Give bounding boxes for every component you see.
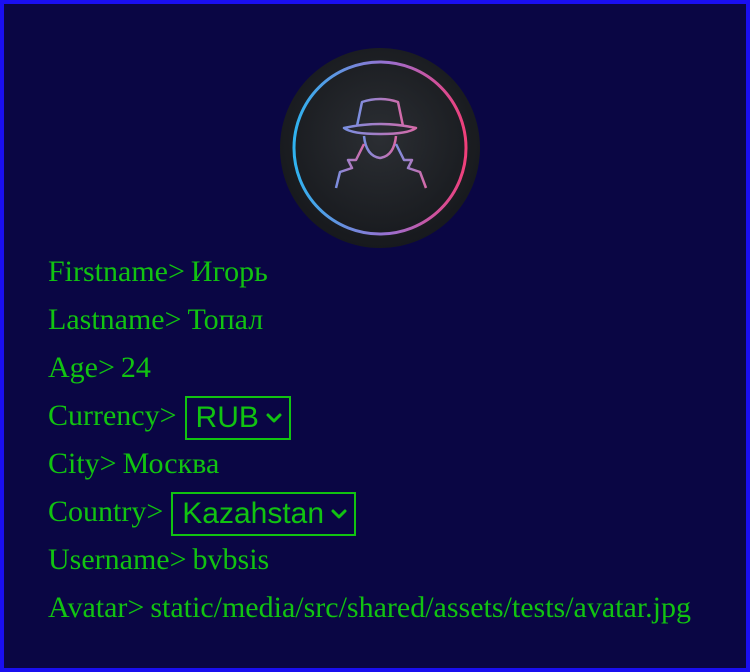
- age-value: 24: [120, 351, 151, 384]
- username-label: Username>: [48, 543, 187, 576]
- lastname-label: Lastname>: [48, 303, 182, 336]
- chevron-down-icon: [331, 509, 347, 519]
- country-selected-value: Kazahstan: [182, 497, 325, 530]
- currency-row: Currency> RUB: [48, 392, 710, 440]
- country-label: Country>: [48, 495, 164, 528]
- avatar-row: Avatar> static/media/src/shared/assets/t…: [48, 584, 710, 632]
- currency-selected-value: RUB: [195, 401, 259, 434]
- age-row: Age> 24: [48, 344, 710, 392]
- lastname-row: Lastname> Топал: [48, 296, 710, 344]
- avatar: [280, 48, 480, 248]
- city-row: City> Москва: [48, 440, 710, 488]
- currency-select[interactable]: RUB: [184, 396, 291, 440]
- age-label: Age>: [48, 351, 115, 384]
- avatar-label: Avatar>: [48, 591, 145, 624]
- currency-label: Currency>: [48, 399, 177, 432]
- country-select[interactable]: Kazahstan: [171, 492, 357, 536]
- lastname-value: Топал: [187, 303, 264, 336]
- profile-fields: Firstname> Игорь Lastname> Топал Age> 24…: [48, 248, 710, 632]
- avatar-path-value: static/media/src/shared/assets/tests/ava…: [150, 591, 692, 624]
- city-label: City>: [48, 447, 117, 480]
- spy-incognito-icon: [280, 48, 480, 248]
- firstname-label: Firstname>: [48, 255, 185, 288]
- username-value: bvbsis: [192, 543, 270, 576]
- firstname-value: Игорь: [190, 255, 268, 288]
- firstname-row: Firstname> Игорь: [48, 248, 710, 296]
- country-row: Country> Kazahstan: [48, 488, 710, 536]
- username-row: Username> bvbsis: [48, 536, 710, 584]
- chevron-down-icon: [266, 413, 282, 423]
- city-value: Москва: [122, 447, 220, 480]
- profile-card: Firstname> Игорь Lastname> Топал Age> 24…: [0, 0, 750, 672]
